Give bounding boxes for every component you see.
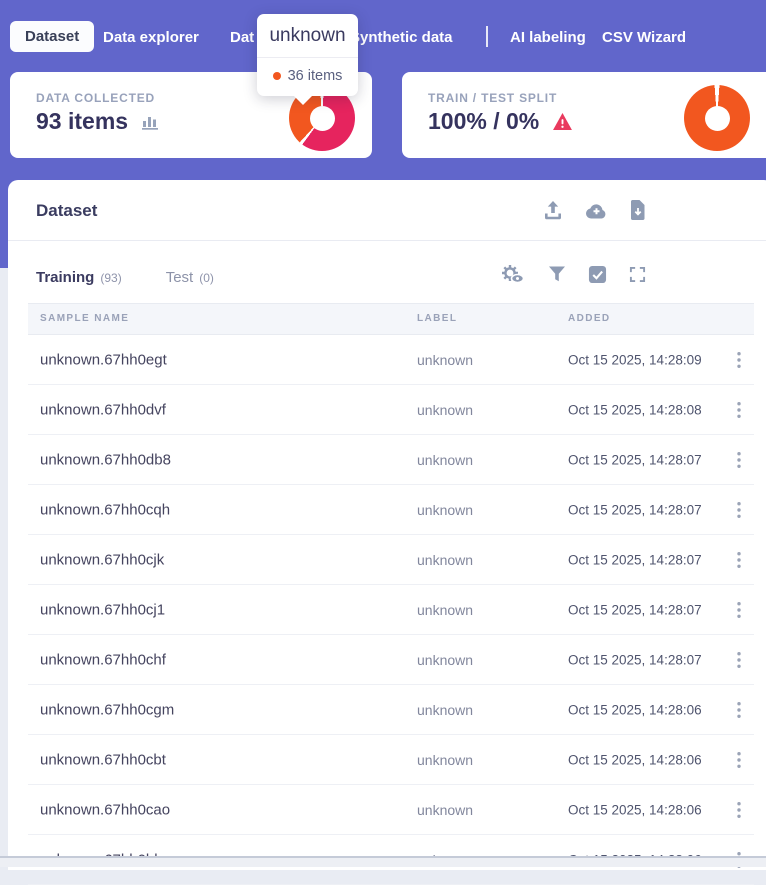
added-cell: Oct 15 2025, 14:28:07: [568, 552, 702, 567]
label-cell: unknown: [417, 451, 474, 468]
tab-test[interactable]: Test (0): [166, 269, 214, 286]
nav-tab-csv-wizard[interactable]: CSV Wizard: [602, 29, 686, 46]
added-cell: Oct 15 2025, 14:28:07: [568, 502, 702, 517]
nav-tab-dataset[interactable]: Dataset: [10, 21, 95, 52]
tooltip-count-row: 36 items: [257, 58, 358, 96]
nav-divider: [486, 26, 488, 47]
tab-training-count: (93): [100, 270, 122, 285]
tooltip-label-title: unknown: [269, 25, 346, 46]
kebab-menu-icon[interactable]: [733, 699, 745, 720]
filter-icon[interactable]: [548, 266, 566, 282]
sample-name-cell[interactable]: unknown.67hh0cjk: [40, 551, 164, 568]
nav-tab-synthetic-data[interactable]: Synthetic data: [350, 29, 453, 46]
kebab-menu-icon[interactable]: [733, 349, 745, 370]
viewport-bottom-edge: [0, 856, 766, 867]
col-header-label: LABEL: [417, 313, 458, 324]
tab-training[interactable]: Training (93): [36, 269, 122, 286]
panel-divider: [8, 240, 766, 241]
col-header-added: ADDED: [568, 313, 611, 324]
added-cell: Oct 15 2025, 14:28:09: [568, 352, 702, 367]
kebab-menu-icon[interactable]: [733, 549, 745, 570]
cloud-upload-icon[interactable]: [585, 202, 608, 219]
data-collected-value: 93 items: [36, 108, 129, 134]
dataset-tabs: Training (93) Test (0): [36, 262, 214, 292]
data-collected-label: DATA COLLECTED: [36, 91, 155, 105]
table-row[interactable]: unknown.67hh0cgm unknown Oct 15 2025, 14…: [28, 685, 754, 735]
gear-eye-view-icon[interactable]: [499, 263, 526, 285]
label-cell: unknown: [417, 801, 474, 818]
sample-name-cell[interactable]: unknown.67hh0cao: [40, 801, 170, 818]
kebab-menu-icon[interactable]: [733, 799, 745, 820]
added-cell: Oct 15 2025, 14:28:06: [568, 802, 702, 817]
nav-tab-data-sources-truncated[interactable]: Dat: [230, 29, 254, 46]
added-cell: Oct 15 2025, 14:28:08: [568, 402, 702, 417]
tab-training-label: Training: [36, 268, 95, 286]
added-cell: Oct 15 2025, 14:28:07: [568, 452, 702, 467]
train-test-split-value: 100% / 0%: [428, 108, 540, 134]
sample-name-cell[interactable]: unknown.67hh0chf: [40, 651, 166, 668]
kebab-menu-icon[interactable]: [733, 499, 745, 520]
table-row[interactable]: unknown.67hh0cqh unknown Oct 15 2025, 14…: [28, 485, 754, 535]
donut-hover-tooltip: unknown 36 items: [257, 14, 358, 105]
train-test-split-label: TRAIN / TEST SPLIT: [428, 91, 558, 105]
label-cell: unknown: [417, 401, 474, 418]
table-row[interactable]: unknown.67hh0cjk unknown Oct 15 2025, 14…: [28, 535, 754, 585]
bar-chart-icon[interactable]: [142, 113, 159, 130]
table-row[interactable]: unknown.67hh0cj1 unknown Oct 15 2025, 14…: [28, 585, 754, 635]
kebab-menu-icon[interactable]: [733, 649, 745, 670]
table-row[interactable]: unknown.67hh0cbt unknown Oct 15 2025, 14…: [28, 735, 754, 785]
panel-actions: [543, 200, 646, 220]
label-cell: unknown: [417, 751, 474, 768]
sample-name-cell[interactable]: unknown.67hh0dvf: [40, 401, 166, 418]
label-cell: unknown: [417, 351, 474, 368]
table-row[interactable]: unknown.67hh0chf unknown Oct 15 2025, 14…: [28, 635, 754, 685]
expand-icon[interactable]: [629, 266, 646, 283]
label-cell: unknown: [417, 651, 474, 668]
samples-table: SAMPLE NAME LABEL ADDED unknown.67hh0egt…: [28, 303, 754, 885]
kebab-menu-icon[interactable]: [733, 599, 745, 620]
nav-tab-ai-labeling[interactable]: AI labeling: [510, 29, 586, 46]
split-donut-chart[interactable]: [684, 85, 750, 151]
table-row[interactable]: unknown.67hh0dvf unknown Oct 15 2025, 14…: [28, 385, 754, 435]
label-cell: unknown: [417, 701, 474, 718]
label-cell: unknown: [417, 501, 474, 518]
sample-name-cell[interactable]: unknown.67hh0cqh: [40, 501, 170, 518]
added-cell: Oct 15 2025, 14:28:07: [568, 602, 702, 617]
kebab-menu-icon[interactable]: [733, 749, 745, 770]
added-cell: Oct 15 2025, 14:28:06: [568, 702, 702, 717]
added-cell: Oct 15 2025, 14:28:06: [568, 752, 702, 767]
dataset-panel: Dataset Training (93) Test (0) SAMPLE NA…: [8, 180, 766, 885]
kebab-menu-icon[interactable]: [733, 399, 745, 420]
table-row[interactable]: unknown.67hh0db8 unknown Oct 15 2025, 14…: [28, 435, 754, 485]
added-cell: Oct 15 2025, 14:28:07: [568, 652, 702, 667]
sample-name-cell[interactable]: unknown.67hh0cbt: [40, 751, 166, 768]
nav-tab-data-explorer[interactable]: Data explorer: [103, 29, 199, 46]
top-nav: Dataset Data explorer Dat Synthetic data…: [0, 0, 766, 72]
sample-name-cell[interactable]: unknown.67hh0db8: [40, 451, 171, 468]
select-checkbox-icon[interactable]: [588, 265, 607, 284]
label-cell: unknown: [417, 601, 474, 618]
table-body: unknown.67hh0egt unknown Oct 15 2025, 14…: [28, 335, 754, 885]
file-export-icon[interactable]: [630, 200, 646, 220]
sample-name-cell[interactable]: unknown.67hh0egt: [40, 351, 167, 368]
upload-icon[interactable]: [543, 200, 563, 220]
train-test-split-card: TRAIN / TEST SPLIT 100% / 0%: [402, 72, 766, 158]
label-cell: unknown: [417, 551, 474, 568]
tooltip-series-dot: [272, 72, 281, 80]
table-row[interactable]: unknown.67hh0egt unknown Oct 15 2025, 14…: [28, 335, 754, 385]
tab-test-label: Test: [165, 268, 194, 286]
table-toolbar: [499, 263, 646, 285]
panel-title: Dataset: [36, 201, 98, 220]
table-row[interactable]: unknown.67hh0cao unknown Oct 15 2025, 14…: [28, 785, 754, 835]
warning-triangle-icon[interactable]: [553, 113, 573, 130]
tooltip-count-text: 36 items: [287, 68, 343, 84]
tab-test-count: (0): [199, 270, 214, 285]
tooltip-arrow: [293, 95, 313, 105]
sample-name-cell[interactable]: unknown.67hh0cgm: [40, 701, 174, 718]
col-header-sample-name: SAMPLE NAME: [40, 313, 130, 324]
kebab-menu-icon[interactable]: [733, 449, 745, 470]
sample-name-cell[interactable]: unknown.67hh0cj1: [40, 601, 165, 618]
table-header-row: SAMPLE NAME LABEL ADDED: [28, 303, 754, 335]
